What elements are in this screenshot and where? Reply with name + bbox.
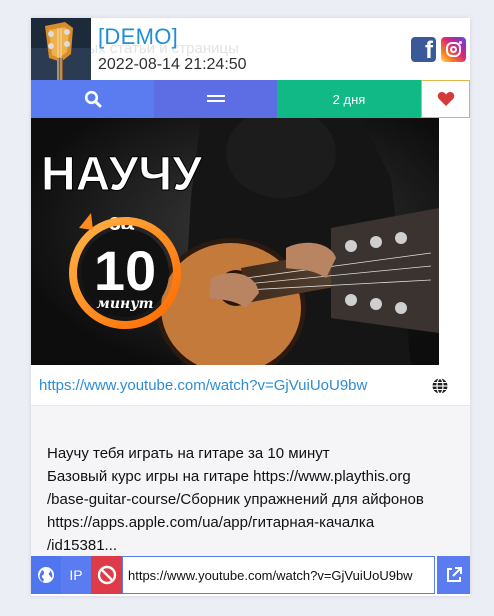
- menu-icon: [206, 95, 225, 102]
- url-input[interactable]: [123, 557, 428, 593]
- post-age-badge[interactable]: 2 дня: [277, 80, 421, 118]
- page-title[interactable]: [DEMO]: [98, 24, 178, 50]
- bottom-actions: IP: [31, 556, 470, 596]
- thumbnail-number: 10: [94, 239, 156, 302]
- post-datetime: 2022-08-14 21:24:50: [98, 56, 247, 73]
- search-button[interactable]: [31, 80, 154, 118]
- ban-icon: [97, 565, 116, 585]
- video-link[interactable]: https://www.youtube.com/watch?v=GjVuiUoU…: [39, 377, 367, 394]
- favorite-button[interactable]: [421, 80, 470, 118]
- ip-button[interactable]: IP: [61, 556, 91, 594]
- video-thumbnail[interactable]: НАУЧУ за 10 минут: [31, 118, 439, 365]
- globe-icon[interactable]: [431, 377, 449, 395]
- avatar[interactable]: [31, 18, 91, 80]
- globe-icon: [38, 567, 54, 583]
- action-toolbar: 2 дня: [31, 80, 470, 118]
- thumbnail-title: НАУЧУ: [41, 148, 203, 201]
- description-line: /id15381...: [47, 537, 118, 554]
- url-field[interactable]: [122, 556, 435, 594]
- description-line: Базовый курс игры на гитаре https://www.…: [47, 468, 411, 485]
- external-link-icon: [446, 567, 462, 582]
- description-line: /base-guitar-course/Сборник упражнений д…: [47, 491, 424, 508]
- open-link-button[interactable]: [437, 556, 470, 594]
- block-button[interactable]: [91, 556, 122, 594]
- post-description: Научу тебя играть на гитаре за 10 минут …: [31, 406, 470, 556]
- search-icon: [84, 90, 101, 108]
- instagram-icon[interactable]: [441, 37, 466, 62]
- link-row: https://www.youtube.com/watch?v=GjVuiUoU…: [31, 365, 470, 406]
- menu-button[interactable]: [154, 80, 277, 118]
- globe-button[interactable]: [31, 556, 61, 594]
- description-line: https://apps.apple.com/ua/app/гитарная-к…: [47, 514, 375, 531]
- description-line: Научу тебя играть на гитаре за 10 минут: [47, 445, 330, 462]
- facebook-icon[interactable]: f: [411, 37, 436, 64]
- post-card: Поиск новых статьи и страницы [DEMO] 202…: [31, 18, 470, 596]
- post-header: Поиск новых статьи и страницы [DEMO] 202…: [31, 18, 470, 80]
- thumbnail-minutes: минут: [97, 296, 154, 312]
- heart-icon: [437, 92, 454, 106]
